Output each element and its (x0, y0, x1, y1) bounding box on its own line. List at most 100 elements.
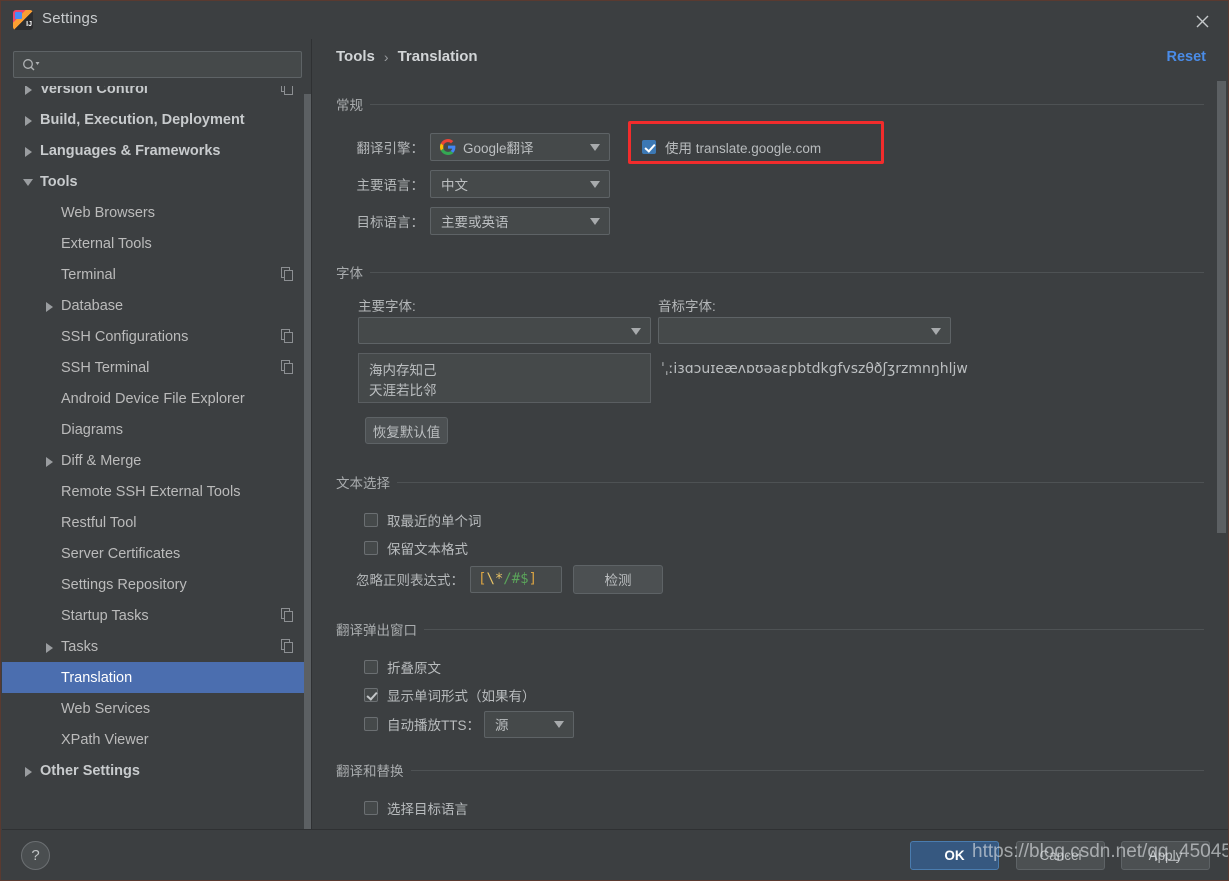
tts-source-value: 源 (495, 718, 509, 733)
sidebar-item-languages-frameworks[interactable]: Languages & Frameworks (2, 135, 312, 166)
sidebar-item-android-device-file-explorer[interactable]: Android Device File Explorer (2, 383, 312, 414)
select-target-language-checkbox[interactable] (364, 801, 378, 815)
sidebar-item-label: External Tools (61, 235, 152, 252)
nearest-word-row[interactable]: 取最近的单个词 (364, 509, 482, 531)
general-section-rule (370, 103, 1204, 105)
keep-text-format-checkbox[interactable] (364, 541, 378, 555)
keep-text-format-row[interactable]: 保留文本格式 (364, 537, 468, 559)
chevron-right-icon[interactable] (43, 454, 57, 468)
sidebar-item-diagrams[interactable]: Diagrams (2, 414, 312, 445)
dialog-footer: ? OK Cancel Apply (2, 829, 1228, 880)
sidebar-item-tools[interactable]: Tools (2, 166, 312, 197)
settings-tree[interactable]: Version Control Build, Execution, Deploym… (2, 86, 312, 829)
sidebar-item-other-settings[interactable]: Other Settings (2, 755, 312, 786)
primary-language-value: 中文 (441, 178, 468, 193)
sidebar-item-server-certificates[interactable]: Server Certificates (2, 538, 312, 569)
sidebar-item-tasks[interactable]: Tasks (2, 631, 312, 662)
help-icon[interactable]: ? (21, 841, 50, 870)
chevron-right-icon[interactable] (22, 86, 36, 96)
reset-link[interactable]: Reset (1167, 49, 1207, 65)
search-box[interactable] (13, 51, 302, 78)
sidebar-item-web-browsers[interactable]: Web Browsers (2, 197, 312, 228)
sidebar-item-database[interactable]: Database (2, 290, 312, 321)
auto-tts-checkbox[interactable] (364, 717, 378, 731)
main-scrollbar-thumb[interactable] (1217, 81, 1226, 533)
chevron-right-icon[interactable] (22, 113, 36, 127)
chevron-right-icon[interactable] (43, 640, 57, 654)
ok-button[interactable]: OK (910, 841, 999, 870)
fold-source-row[interactable]: 折叠原文 (364, 656, 441, 678)
sidebar-item-remote-ssh-external-tools[interactable]: Remote SSH External Tools (2, 476, 312, 507)
fold-source-checkbox[interactable] (364, 660, 378, 674)
copy-settings-icon[interactable] (281, 360, 294, 374)
show-word-forms-checkbox[interactable] (364, 688, 378, 702)
settings-sidebar: Version Control Build, Execution, Deploym… (2, 39, 312, 837)
font-preview-line-2: 天涯若比邻 (369, 383, 437, 398)
apply-button[interactable]: Apply (1121, 841, 1210, 870)
sidebar-item-version-control[interactable]: Version Control (2, 86, 312, 104)
sidebar-item-diff-merge[interactable]: Diff & Merge (2, 445, 312, 476)
sidebar-item-label: Build, Execution, Deployment (40, 111, 245, 128)
chevron-down-icon[interactable] (22, 175, 36, 189)
sidebar-item-ssh-terminal[interactable]: SSH Terminal (2, 352, 312, 383)
font-section: 字体 (336, 263, 1204, 281)
sidebar-item-restful-tool[interactable]: Restful Tool (2, 507, 312, 538)
chevron-down-icon (590, 181, 600, 188)
sidebar-item-build-execution-deployment[interactable]: Build, Execution, Deployment (2, 104, 312, 135)
close-icon[interactable] (1190, 9, 1214, 33)
sidebar-item-ssh-configurations[interactable]: SSH Configurations (2, 321, 312, 352)
sidebar-item-startup-tasks[interactable]: Startup Tasks (2, 600, 312, 631)
chevron-right-icon[interactable] (43, 299, 57, 313)
primary-font-preview: 海内存知己 天涯若比邻 (358, 353, 651, 403)
sidebar-item-web-services[interactable]: Web Services (2, 693, 312, 724)
use-google-domain-row[interactable]: 使用 translate.google.com (642, 134, 821, 160)
sidebar-item-label: Diff & Merge (61, 452, 142, 469)
text-selection-section-title: 文本选择 (336, 476, 390, 491)
chevron-down-icon (590, 218, 600, 225)
phonetic-font-combo[interactable] (658, 317, 951, 344)
main-scrollbar[interactable] (1217, 81, 1226, 826)
restore-defaults-button[interactable]: 恢复默认值 (365, 417, 448, 444)
target-language-combo[interactable]: 主要或英语 (430, 207, 610, 235)
ignore-regex-input[interactable]: [\*/#$] (470, 565, 562, 593)
copy-settings-icon[interactable] (281, 639, 294, 653)
phonetic-font-preview: ˈˌːiɜɑɔuɪeæʌɒʊəaɛpbtdkgfvszθðʃʒrzmnŋhljw (661, 361, 968, 377)
auto-tts-row[interactable]: 自动播放TTS： 源 (364, 710, 574, 738)
search-input[interactable] (46, 52, 296, 77)
detect-button[interactable]: 检测 (573, 564, 663, 594)
tts-source-combo[interactable]: 源 (484, 710, 574, 738)
select-target-language-row[interactable]: 选择目标语言 (364, 797, 468, 819)
translation-engine-combo[interactable]: Google翻译 (430, 133, 610, 161)
nearest-word-label: 取最近的单个词 (387, 514, 482, 529)
nearest-word-checkbox[interactable] (364, 513, 378, 527)
google-logo-icon (440, 138, 457, 156)
chevron-right-icon[interactable] (22, 144, 36, 158)
show-word-forms-row[interactable]: 显示单词形式（如果有） (364, 684, 536, 706)
breadcrumb-parent[interactable]: Tools (336, 48, 375, 65)
regex-close-bracket: ] (528, 571, 538, 587)
settings-dialog: Settings Version Control Build, Execution… (0, 0, 1229, 881)
sidebar-item-terminal[interactable]: Terminal (2, 259, 312, 290)
use-google-domain-checkbox[interactable] (642, 140, 656, 154)
sidebar-item-label: Server Certificates (61, 545, 181, 562)
sidebar-item-translation[interactable]: Translation (2, 662, 312, 693)
copy-settings-icon[interactable] (281, 608, 294, 622)
copy-settings-icon[interactable] (281, 267, 294, 281)
primary-font-combo[interactable] (358, 317, 651, 344)
sidebar-item-external-tools[interactable]: External Tools (2, 228, 312, 259)
copy-settings-icon[interactable] (281, 86, 294, 95)
target-language-value: 主要或英语 (441, 215, 509, 230)
copy-settings-icon[interactable] (281, 329, 294, 343)
chevron-right-icon[interactable] (22, 764, 36, 778)
replace-section-rule (410, 769, 1204, 771)
sidebar-item-label: SSH Terminal (61, 359, 150, 376)
replace-section: 翻译和替换 (336, 761, 1204, 779)
primary-language-combo[interactable]: 中文 (430, 170, 610, 198)
cancel-button[interactable]: Cancel (1016, 841, 1105, 870)
translation-engine-value: Google翻译 (463, 141, 534, 156)
sidebar-item-settings-repository[interactable]: Settings Repository (2, 569, 312, 600)
fold-source-label: 折叠原文 (387, 661, 441, 676)
sidebar-item-xpath-viewer[interactable]: XPath Viewer (2, 724, 312, 755)
